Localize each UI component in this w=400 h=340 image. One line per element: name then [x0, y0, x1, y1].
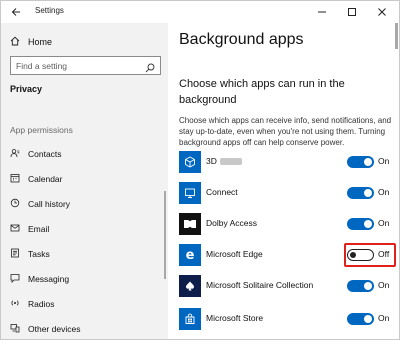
- app-row-dolby-access: Dolby Access On: [179, 213, 394, 235]
- app-row-3d: 3D On: [179, 151, 394, 173]
- app-row-microsoft-solitaire: Microsoft Solitaire Collection On: [179, 275, 394, 297]
- toggle-state: On: [378, 218, 390, 228]
- radios-icon: [10, 295, 20, 313]
- tasks-icon: [10, 245, 20, 263]
- sidebar-item-radios[interactable]: Radios: [10, 297, 54, 311]
- home-icon: [10, 33, 20, 51]
- app-name: Dolby Access: [206, 218, 258, 228]
- search-placeholder: Find a setting: [16, 61, 68, 71]
- section-description: Choose which apps can receive info, send…: [179, 116, 392, 147]
- toggle-state: On: [378, 313, 390, 323]
- sidebar-item-label: Call history: [28, 199, 71, 209]
- sidebar-item-label: Other devices: [28, 324, 81, 334]
- section-heading: Choose which apps can run in the backgro…: [179, 78, 345, 106]
- back-arrow-icon[interactable]: [7, 3, 25, 21]
- store-icon: [179, 308, 201, 330]
- app-name: Microsoft Edge: [206, 249, 263, 259]
- sidebar-scrollbar[interactable]: [164, 191, 166, 279]
- maximize-icon[interactable]: [341, 3, 363, 21]
- toggle-connect[interactable]: [347, 187, 374, 199]
- toggle-state: On: [378, 156, 390, 166]
- solitaire-icon: [179, 275, 201, 297]
- toggle-state: On: [378, 280, 390, 290]
- email-icon: [10, 220, 20, 238]
- main-scrollbar[interactable]: [395, 23, 398, 49]
- sidebar-item-label: Radios: [28, 299, 55, 309]
- sidebar-item-label: Calendar: [28, 174, 63, 184]
- main-panel: Background apps Choose which apps can ru…: [168, 23, 399, 339]
- sidebar-home-label: Home: [28, 37, 53, 47]
- app-row-microsoft-store: Microsoft Store On: [179, 308, 394, 330]
- search-icon[interactable]: [145, 60, 155, 78]
- minimize-icon[interactable]: [311, 3, 333, 21]
- sidebar-item-label: Contacts: [28, 149, 62, 159]
- other-devices-icon: [10, 320, 20, 338]
- sidebar: Home Find a setting Privacy App permissi…: [1, 23, 168, 339]
- highlight-box: [344, 243, 396, 267]
- contacts-icon: [10, 145, 20, 163]
- dolby-icon: [179, 213, 201, 235]
- toggle-microsoft-solitaire[interactable]: [347, 280, 374, 292]
- toggle-state: On: [378, 187, 390, 197]
- calendar-icon: [10, 170, 20, 188]
- blurred-app-name: [219, 158, 242, 166]
- sidebar-item-calendar[interactable]: Calendar: [10, 172, 63, 186]
- 3d-viewer-icon: [179, 151, 201, 173]
- app-row-connect: Connect On: [179, 182, 394, 204]
- sidebar-item-home[interactable]: Home: [10, 35, 52, 49]
- sidebar-item-label: Tasks: [28, 249, 50, 259]
- sidebar-item-tasks[interactable]: Tasks: [10, 247, 50, 261]
- window-title: Settings: [35, 6, 64, 15]
- call-history-icon: [10, 195, 20, 213]
- messaging-icon: [10, 270, 20, 288]
- toggle-dolby-access[interactable]: [347, 218, 374, 230]
- sidebar-section-app-permissions: App permissions: [10, 125, 73, 135]
- app-name: Microsoft Store: [206, 313, 264, 323]
- app-row-microsoft-edge: e Microsoft Edge Off: [179, 243, 396, 267]
- sidebar-item-call-history[interactable]: Call history: [10, 197, 70, 211]
- toggle-3d[interactable]: [347, 156, 374, 168]
- page-title: Background apps: [179, 31, 304, 48]
- sidebar-item-messaging[interactable]: Messaging: [10, 272, 69, 286]
- sidebar-category-privacy: Privacy: [10, 84, 43, 94]
- app-name: Microsoft Solitaire Collection: [206, 280, 314, 290]
- app-name: Connect: [206, 187, 238, 197]
- toggle-microsoft-store[interactable]: [347, 313, 374, 325]
- connect-icon: [179, 182, 201, 204]
- sidebar-item-contacts[interactable]: Contacts: [10, 147, 62, 161]
- title-bar: Settings: [1, 1, 399, 23]
- settings-window: Settings Home Find a setting Privacy App…: [0, 0, 400, 340]
- sidebar-item-other-devices[interactable]: Other devices: [10, 322, 80, 336]
- sidebar-item-label: Email: [28, 224, 50, 234]
- edge-icon: e: [179, 244, 201, 266]
- sidebar-item-label: Messaging: [28, 274, 70, 284]
- app-name: 3D: [206, 156, 242, 166]
- search-input[interactable]: Find a setting: [10, 56, 161, 75]
- close-icon[interactable]: [371, 3, 393, 21]
- sidebar-item-email[interactable]: Email: [10, 222, 49, 236]
